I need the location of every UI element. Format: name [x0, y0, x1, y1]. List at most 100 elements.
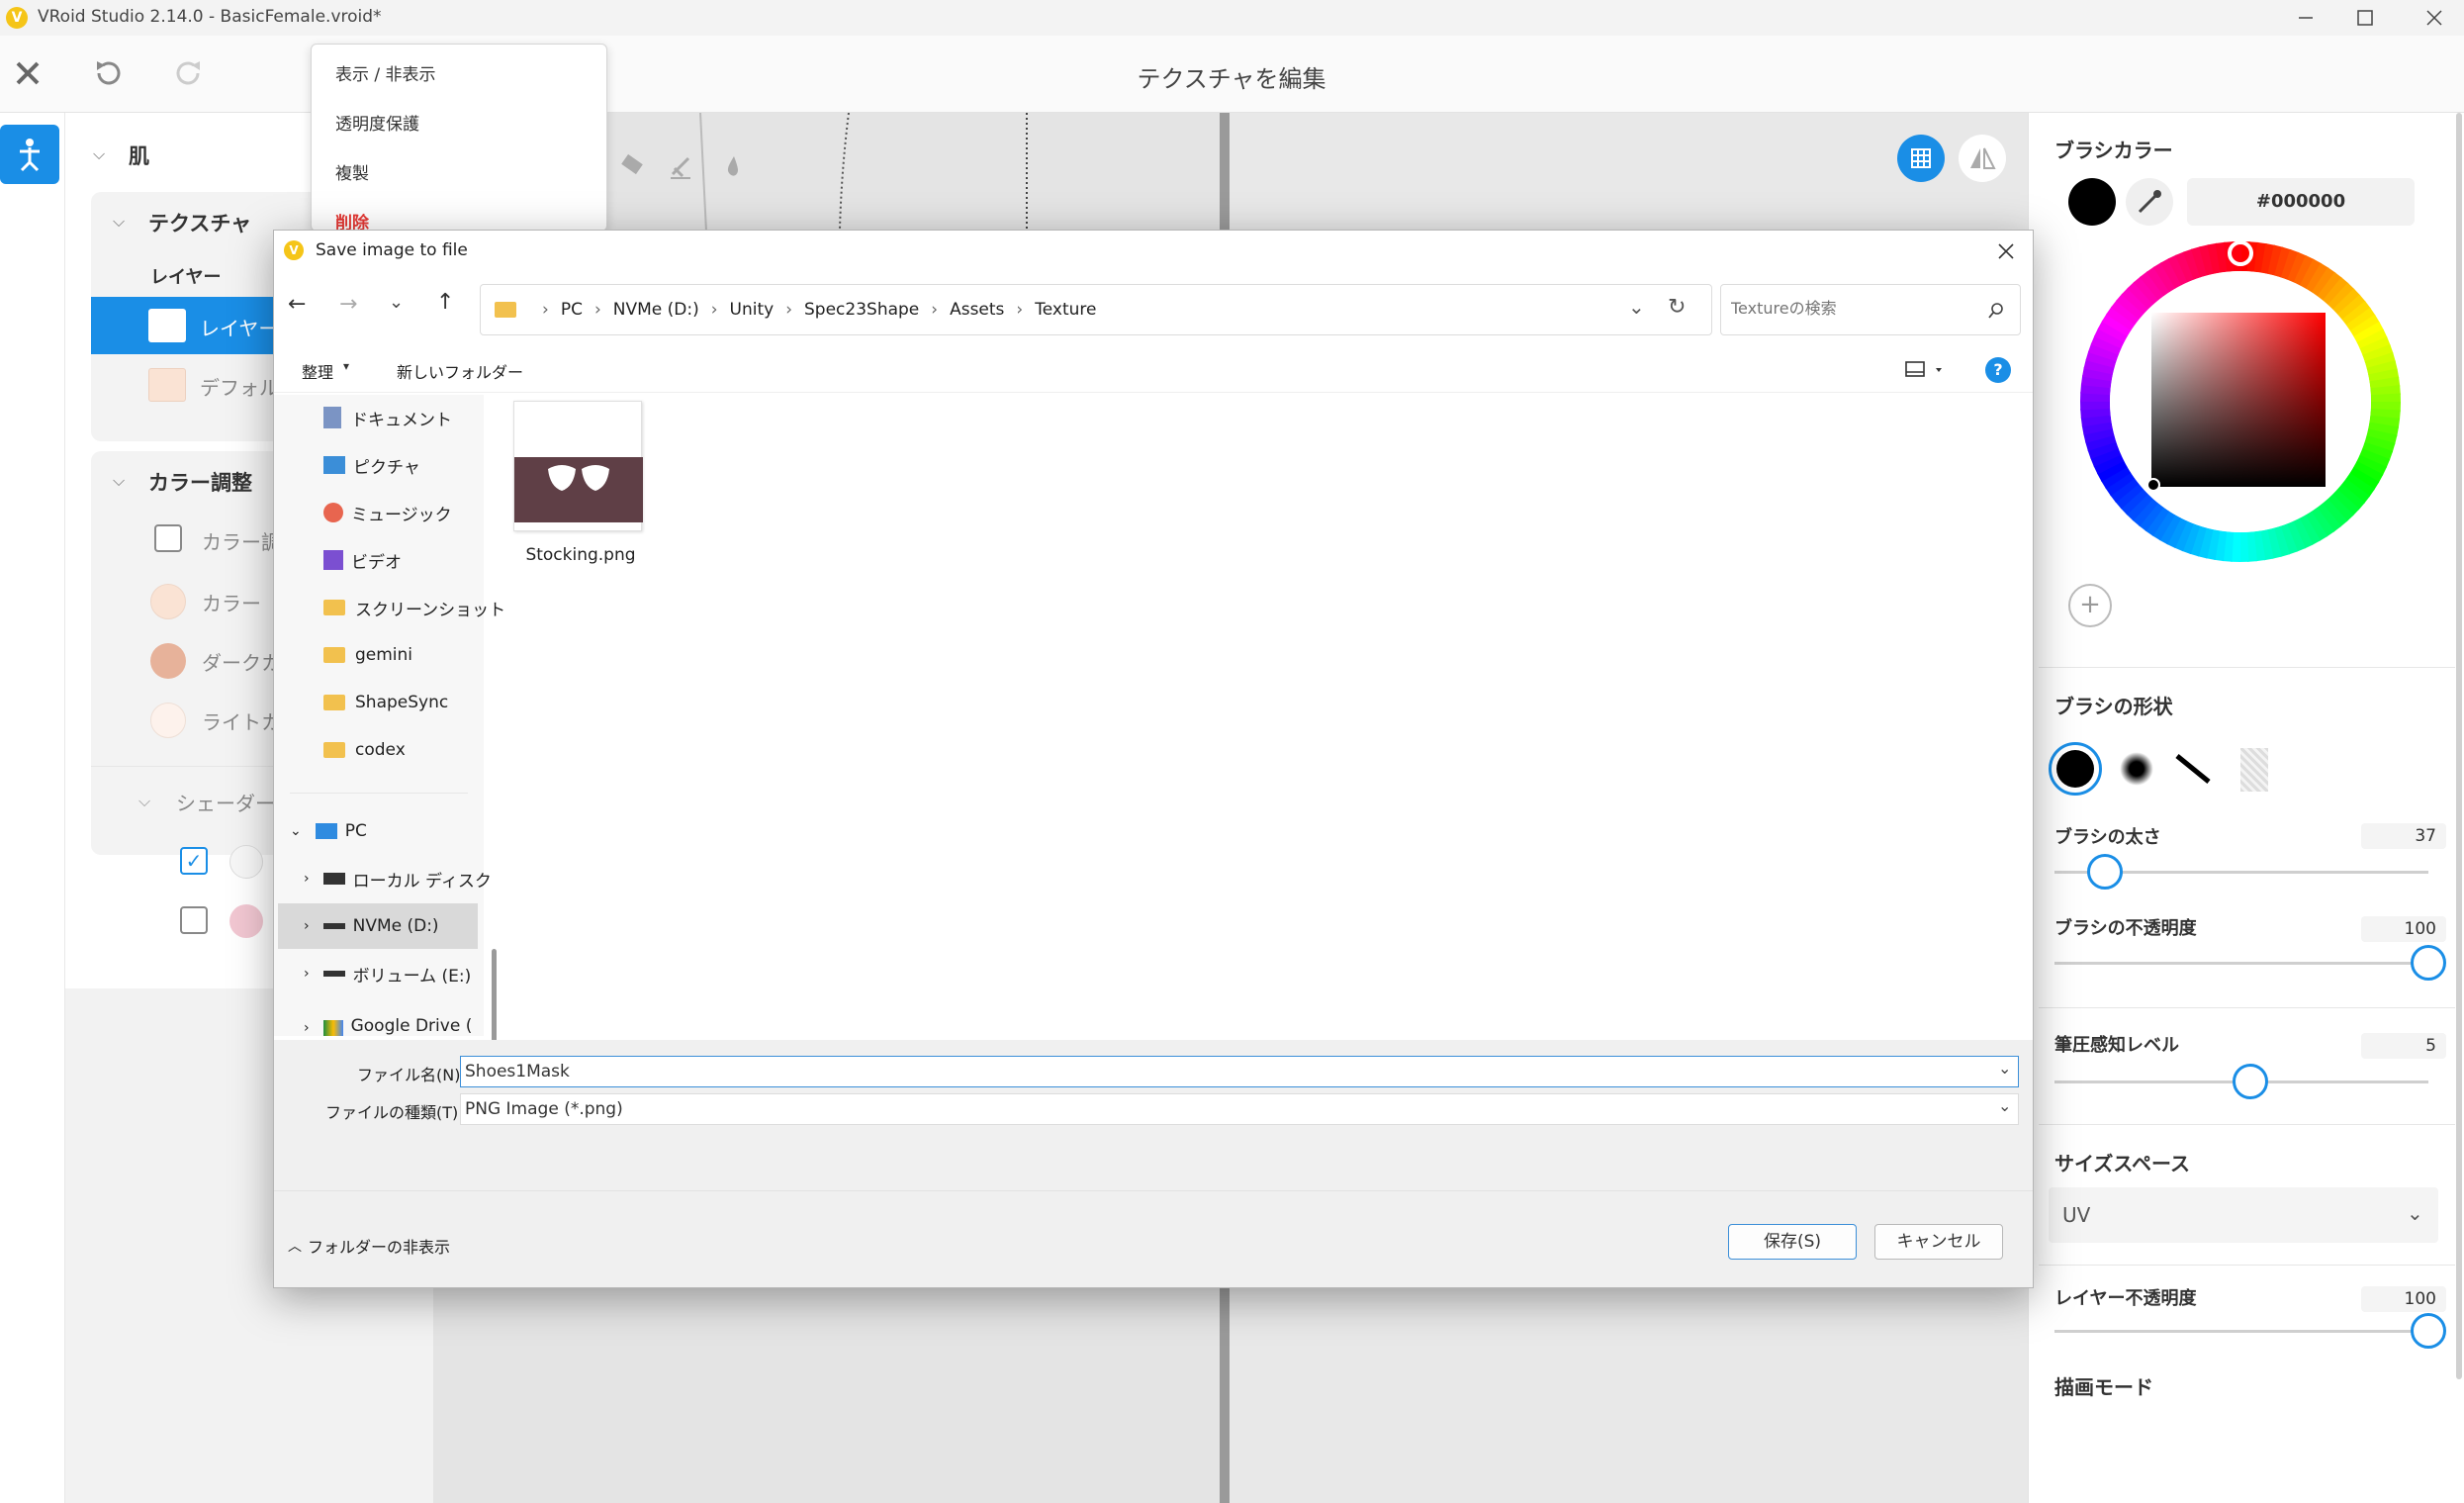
maximize-button[interactable] — [2334, 0, 2394, 36]
eraser-icon[interactable] — [621, 153, 643, 175]
brush-shape-line[interactable] — [2173, 752, 2213, 786]
help-button[interactable]: ? — [1985, 357, 2011, 383]
dark-color-swatch[interactable] — [150, 643, 186, 679]
layer-opacity-label: レイヤー不透明度 — [2054, 1288, 2197, 1309]
window-close-button[interactable] — [2404, 0, 2463, 36]
collapse-shader-chevron-icon[interactable]: ⌵ — [138, 792, 150, 811]
app-logo: V — [6, 7, 28, 29]
brush-opacity-label: ブラシの不透明度 — [2054, 918, 2197, 939]
filetype-value: PNG Image (*.png) — [465, 1099, 623, 1119]
folder-icon — [323, 600, 345, 615]
breadcrumb: › PC › NVMe (D:) › Unity › Spec23Shape › Assets › T… — [530, 300, 1096, 320]
brush-color-hex-field[interactable]: #000000 — [2187, 178, 2415, 226]
filetype-select[interactable]: PNG Image (*.png) ⌄ — [460, 1093, 2019, 1125]
video-icon — [323, 550, 343, 570]
address-bar[interactable]: › PC › NVMe (D:) › Unity › Spec23Shape › Assets › T… — [480, 284, 1712, 335]
hide-folders-toggle[interactable]: ︿ フォルダーの非表示 — [288, 1234, 450, 1258]
up-button[interactable]: ↑ — [436, 290, 454, 315]
address-dropdown-chevron-icon[interactable]: ⌄ — [1628, 295, 1645, 319]
search-input[interactable] — [1731, 299, 1968, 318]
eyedropper-button[interactable] — [2126, 178, 2173, 226]
size-space-select[interactable]: UV ⌄ — [2049, 1187, 2438, 1243]
document-icon — [323, 407, 341, 428]
right-panel-scrollbar[interactable] — [2456, 113, 2462, 1379]
color-adjust-checkbox[interactable] — [154, 524, 182, 552]
forward-button[interactable]: → — [339, 292, 371, 322]
add-color-button[interactable]: + — [2068, 584, 2112, 627]
organize-chevron-icon: ▾ — [343, 359, 350, 373]
expand-chevron-icon: ⌄ — [290, 823, 302, 839]
light-color-swatch[interactable] — [150, 703, 186, 738]
body-mode-button[interactable] — [0, 125, 59, 184]
filename-input[interactable]: Shoes1Mask ⌄ — [460, 1056, 2019, 1087]
breadcrumb-segment[interactable]: NVMe (D:) — [613, 300, 699, 320]
pressure-value[interactable]: 5 — [2361, 1033, 2446, 1059]
mirror-toggle-button[interactable] — [1959, 135, 2006, 182]
shader-checkbox[interactable] — [180, 906, 208, 934]
brush-size-slider-handle[interactable] — [2087, 854, 2124, 890]
eyedropper-icon — [2138, 190, 2161, 214]
brush-color-swatch[interactable] — [2068, 178, 2116, 226]
brush-opacity-track[interactable] — [2054, 962, 2428, 965]
collapse-skin-chevron-icon[interactable]: ⌵ — [93, 144, 105, 164]
menu-item-toggle-visibility[interactable]: 表示 / 非表示 — [335, 60, 436, 85]
breadcrumb-segment[interactable]: PC — [561, 300, 583, 320]
shader-checkbox-checked[interactable]: ✓ — [180, 847, 208, 875]
menu-item-duplicate[interactable]: 複製 — [335, 159, 369, 184]
shader-color-swatch[interactable] — [229, 845, 263, 879]
layer-opacity-value[interactable]: 100 — [2361, 1286, 2446, 1312]
breadcrumb-segment[interactable]: Assets — [950, 300, 1004, 320]
breadcrumb-separator: › — [542, 300, 549, 320]
dialog-close-button[interactable] — [1991, 236, 2021, 266]
color-swatch[interactable] — [150, 584, 186, 619]
save-button[interactable]: 保存(S) — [1728, 1224, 1857, 1260]
cancel-button[interactable]: キャンセル — [1874, 1224, 2003, 1260]
color-wheel[interactable] — [2078, 239, 2403, 564]
breadcrumb-segment[interactable]: Texture — [1035, 300, 1096, 320]
refresh-icon[interactable]: ↻ — [1668, 295, 1686, 320]
uv-grid-toggle-button[interactable] — [1897, 135, 1945, 182]
undo-button[interactable] — [87, 53, 127, 93]
layer-heading: レイヤー — [150, 267, 222, 288]
stocking-texture-shape — [548, 465, 609, 491]
view-options-button[interactable] — [1902, 357, 1948, 383]
back-button[interactable]: ← — [288, 292, 319, 322]
brush-settings-panel: ブラシカラー #000000 + ブラシの形状 ブラシの太さ 37 ブラシの不透… — [2028, 113, 2464, 1503]
file-list: Stocking.png — [503, 395, 2033, 1036]
mirror-icon — [1970, 147, 1996, 169]
close-editor-button[interactable] — [8, 53, 47, 93]
breadcrumb-segment[interactable]: Spec23Shape — [804, 300, 919, 320]
file-item[interactable]: Stocking.png — [513, 401, 662, 579]
layer-opacity-slider-handle[interactable] — [2411, 1313, 2446, 1349]
chevron-down-icon[interactable]: ⌄ — [1998, 1059, 2011, 1078]
brush-shape-round-hard[interactable] — [2049, 742, 2102, 796]
divider — [2039, 1124, 2455, 1125]
collapse-texture-chevron-icon[interactable]: ⌵ — [113, 212, 125, 232]
redo-button[interactable] — [170, 53, 210, 93]
brush-shape-texture[interactable] — [2240, 748, 2268, 792]
brush-shape-label: ブラシの形状 — [2054, 695, 2173, 718]
brush-size-label: ブラシの太さ — [2054, 827, 2161, 848]
brush-size-value[interactable]: 37 — [2361, 823, 2446, 849]
folder-icon — [323, 695, 345, 710]
search-box[interactable] — [1720, 284, 2021, 335]
pressure-slider-handle[interactable] — [2233, 1064, 2268, 1099]
organize-button[interactable]: 整理 — [302, 359, 333, 383]
fill-icon[interactable] — [671, 156, 690, 179]
new-folder-button[interactable]: 新しいフォルダー — [397, 359, 523, 383]
recent-locations-chevron-icon[interactable]: ⌄ — [389, 292, 404, 313]
brush-shape-round-soft[interactable] — [2120, 752, 2153, 786]
menu-item-alpha-protect[interactable]: 透明度保護 — [335, 110, 419, 135]
layer-opacity-track[interactable] — [2054, 1330, 2428, 1333]
dropper-icon[interactable] — [727, 156, 738, 176]
brush-opacity-slider-handle[interactable] — [2411, 945, 2446, 981]
breadcrumb-segment[interactable]: Unity — [730, 300, 775, 320]
minimize-button[interactable] — [2275, 0, 2334, 36]
nav-item-nvme[interactable]: › NVMe (D:) — [278, 903, 478, 949]
collapse-color-chevron-icon[interactable]: ⌵ — [113, 471, 125, 491]
dialog-app-icon: V — [284, 240, 304, 260]
shader-color-swatch[interactable] — [229, 904, 263, 938]
search-icon — [1988, 303, 2003, 319]
draw-mode-label: 描画モード — [2054, 1375, 2153, 1399]
brush-opacity-value[interactable]: 100 — [2361, 916, 2446, 942]
